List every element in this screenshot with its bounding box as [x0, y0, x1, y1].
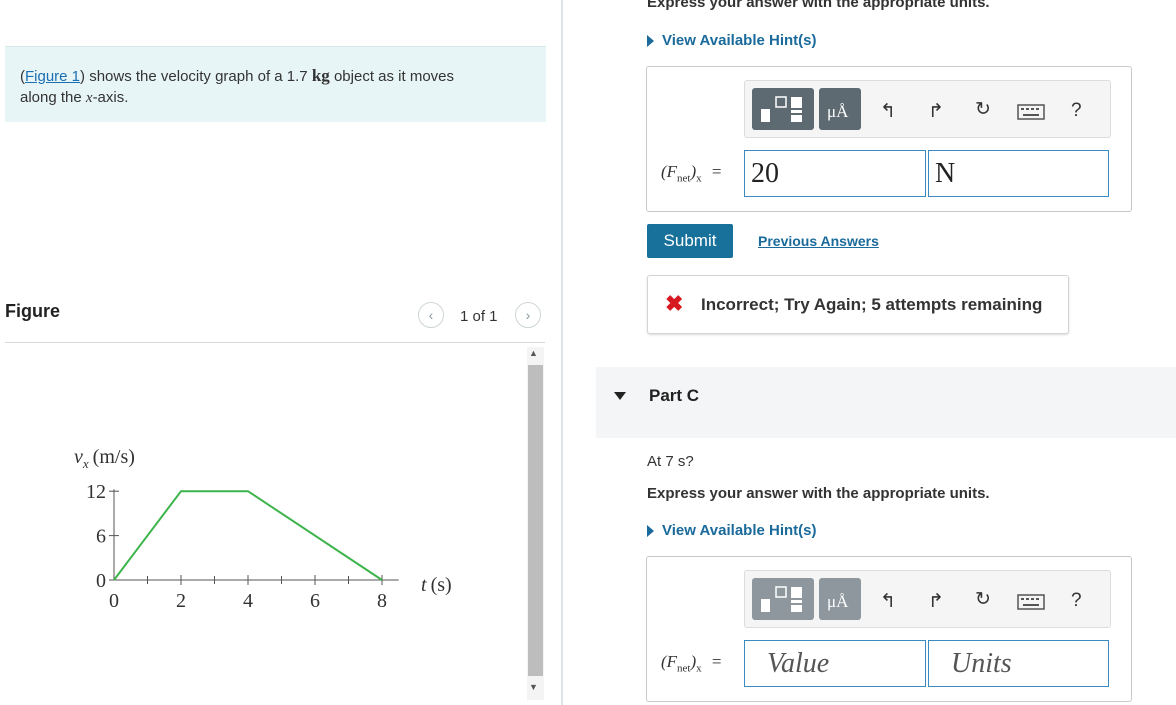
- template-button[interactable]: [752, 88, 814, 130]
- incorrect-x-icon: ✖: [665, 291, 684, 316]
- y-tick-label: 6: [96, 526, 106, 548]
- previous-answers-link[interactable]: Previous Answers: [758, 233, 879, 249]
- unit-kg: kg: [311, 66, 330, 85]
- figure-heading: Figure: [5, 301, 61, 321]
- x-tick-label: 0: [109, 590, 119, 612]
- figure-divider: [5, 342, 545, 343]
- chevron-left-icon: ‹: [428, 307, 434, 323]
- view-hints-label: View Available Hint(s): [662, 32, 817, 49]
- part-c-question: At 7 s?: [647, 453, 694, 470]
- figure-scrollbar-thumb[interactable]: [528, 365, 543, 676]
- template-icon: [761, 586, 802, 612]
- view-hints-link[interactable]: View Available Hint(s): [647, 522, 817, 539]
- y-tick-label: 12: [86, 481, 106, 503]
- equation-label-c: (Fnet)x =: [661, 652, 722, 675]
- x-tick-label: 6: [310, 590, 320, 612]
- problem-statement: (Figure 1) shows the velocity graph of a…: [20, 65, 520, 109]
- keyboard-icon[interactable]: [1017, 594, 1045, 610]
- reset-icon[interactable]: ↻: [975, 98, 991, 121]
- figure-page-counter: 1 of 1: [460, 308, 498, 325]
- undo-icon[interactable]: ↰: [880, 100, 896, 123]
- problem-text-part: ) shows the velocity graph of a 1.7: [80, 68, 312, 85]
- view-hints-link[interactable]: View Available Hint(s): [647, 32, 817, 49]
- x-tick-label: 2: [176, 590, 186, 612]
- units-button[interactable]: μÅ: [819, 88, 861, 130]
- help-button[interactable]: ?: [1071, 100, 1082, 122]
- y-tick-label: 0: [96, 570, 106, 592]
- velocity-series-line: [113, 490, 383, 581]
- problem-text-part: object as it moves: [329, 68, 455, 85]
- velocity-graph: vx (m/s) 0 2 4 6 8 0 6 12 t (s): [74, 446, 452, 612]
- axis-variable: x: [85, 90, 93, 106]
- problem-text-part: along the: [20, 89, 86, 106]
- chevron-right-icon: ›: [525, 307, 531, 323]
- value-placeholder: Value: [767, 647, 830, 679]
- template-icon: [761, 96, 802, 122]
- y-axis-label: vx (m/s): [74, 446, 135, 471]
- undo-icon[interactable]: ↰: [880, 590, 896, 613]
- x-tick-label: 8: [377, 590, 387, 612]
- redo-icon[interactable]: ↱: [928, 100, 944, 123]
- pane-divider: [561, 0, 563, 705]
- units-button[interactable]: μÅ: [819, 578, 861, 620]
- view-hints-label: View Available Hint(s): [662, 522, 817, 539]
- template-button[interactable]: [752, 578, 814, 620]
- units-button-label: μÅ: [827, 102, 849, 121]
- scroll-down-arrow-icon[interactable]: ▼: [529, 682, 538, 692]
- caret-right-icon: [647, 34, 654, 47]
- x-tick-label: 4: [243, 590, 253, 612]
- units-placeholder: Units: [951, 647, 1012, 679]
- units-input-c[interactable]: Units: [928, 640, 1109, 687]
- keyboard-icon[interactable]: [1017, 104, 1045, 120]
- figure-link[interactable]: Figure 1: [25, 68, 80, 85]
- problem-text-part: -axis.: [92, 89, 129, 106]
- scroll-up-arrow-icon[interactable]: ▲: [529, 348, 538, 358]
- caret-right-icon: [647, 524, 654, 537]
- value-input-c[interactable]: Value: [744, 640, 926, 687]
- answer-instruction: Express your answer with the appropriate…: [647, 485, 990, 502]
- answer-instruction: Express your answer with the appropriate…: [647, 0, 990, 11]
- feedback-message: Incorrect; Try Again; 5 attempts remaini…: [701, 295, 1043, 314]
- value-input-b[interactable]: 20: [744, 150, 926, 197]
- chart-layer: 0 2 4 6 8 0 6 12: [86, 481, 399, 612]
- part-c-title[interactable]: Part C: [649, 386, 699, 406]
- equation-label-b: (Fnet)x =: [661, 162, 722, 185]
- x-axis-label: t (s): [421, 574, 452, 596]
- reset-icon[interactable]: ↻: [975, 588, 991, 611]
- redo-icon[interactable]: ↱: [928, 590, 944, 613]
- help-button[interactable]: ?: [1071, 590, 1082, 612]
- submit-button[interactable]: Submit: [647, 224, 733, 258]
- prev-figure-button[interactable]: ‹: [418, 302, 444, 328]
- caret-down-icon[interactable]: [614, 392, 626, 400]
- next-figure-button[interactable]: ›: [515, 302, 541, 328]
- units-button-label: μÅ: [827, 592, 849, 611]
- units-input-b[interactable]: N: [928, 150, 1109, 197]
